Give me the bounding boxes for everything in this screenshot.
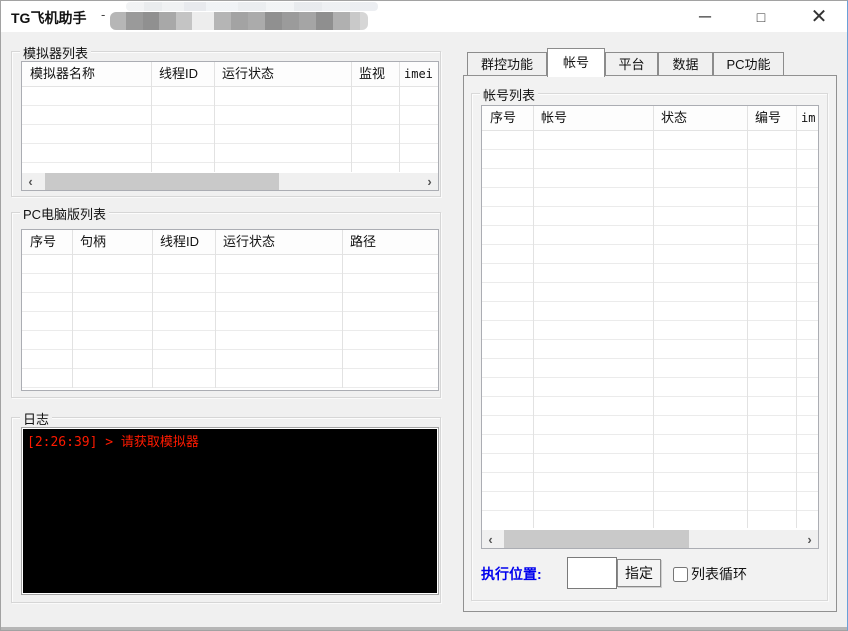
account-group-label: 帐号列表 (480, 85, 539, 104)
scroll-right-icon[interactable]: › (801, 530, 818, 548)
title-bar: TG飞机助手 - ─ □ ✕ (1, 1, 847, 32)
scroll-left-icon[interactable]: ‹ (482, 530, 499, 548)
pc-col-path[interactable]: 路径 (342, 230, 446, 254)
emulator-table-header: 模拟器名称 线程ID 运行状态 监视 imei (22, 62, 438, 87)
list-loop-label: 列表循环 (691, 566, 747, 582)
log-group-label: 日志 (20, 409, 53, 428)
minimize-icon: ─ (698, 6, 712, 26)
pc-col-handle[interactable]: 句柄 (72, 230, 160, 254)
tab-group-control[interactable]: 群控功能 (467, 52, 547, 75)
divider (399, 62, 400, 172)
list-loop-option[interactable]: 列表循环 (673, 564, 747, 584)
divider (351, 62, 352, 172)
app-window: TG飞机助手 - ─ □ ✕ 模拟器列表 模拟器名称 线程ID 运行状态 监视 … (0, 0, 848, 631)
emulator-hscrollbar[interactable]: ‹ › (22, 173, 438, 190)
pc-table-body[interactable] (22, 255, 438, 388)
tab-pc-function[interactable]: PC功能 (713, 52, 784, 75)
divider (796, 106, 797, 528)
maximize-icon: □ (756, 8, 766, 25)
scroll-left-icon[interactable]: ‹ (22, 173, 39, 190)
scroll-right-icon[interactable]: › (421, 173, 438, 190)
close-icon: ✕ (810, 6, 828, 28)
emulator-col-name[interactable]: 模拟器名称 (22, 62, 159, 86)
pc-table[interactable]: 序号 句柄 线程ID 运行状态 路径 (21, 229, 439, 391)
log-line: [2:26:39] > 请获取模拟器 (27, 435, 199, 450)
account-table[interactable]: 序号 帐号 状态 编号 im ‹ › (481, 105, 819, 549)
redacted-text-blur-top (126, 2, 378, 11)
pc-table-header: 序号 句柄 线程ID 运行状态 路径 (22, 230, 438, 255)
emulator-table[interactable]: 模拟器名称 线程ID 运行状态 监视 imei ‹ › (21, 61, 439, 191)
exec-position-input[interactable] (567, 557, 617, 589)
minimize-button[interactable]: ─ (677, 1, 733, 32)
pc-col-status[interactable]: 运行状态 (215, 230, 350, 254)
maximize-button[interactable]: □ (733, 1, 789, 32)
divider (215, 230, 216, 388)
account-col-status[interactable]: 状态 (653, 106, 755, 130)
account-col-imei[interactable]: im (796, 106, 823, 130)
emulator-col-status[interactable]: 运行状态 (214, 62, 359, 86)
emulator-col-thread[interactable]: 线程ID (151, 62, 222, 86)
divider (342, 230, 343, 388)
divider (151, 62, 152, 172)
close-button[interactable]: ✕ (791, 1, 847, 32)
emulator-col-imei[interactable]: imei (399, 62, 443, 86)
emulator-hscroll-thumb[interactable] (45, 173, 279, 190)
divider (72, 230, 73, 388)
emulator-group-label: 模拟器列表 (20, 43, 92, 62)
log-console[interactable]: [2:26:39] > 请获取模拟器 (21, 427, 439, 595)
divider (653, 106, 654, 528)
assign-button[interactable]: 指定 (617, 559, 661, 587)
account-col-account[interactable]: 帐号 (533, 106, 661, 130)
window-title-separator: - (101, 7, 106, 22)
redacted-text-blur (110, 12, 368, 30)
divider (152, 230, 153, 388)
emulator-table-body[interactable] (22, 87, 438, 172)
window-title: TG飞机助手 (11, 10, 87, 26)
account-hscrollbar[interactable]: ‹ › (482, 530, 818, 548)
list-loop-checkbox[interactable] (673, 566, 688, 582)
pc-col-thread[interactable]: 线程ID (152, 230, 223, 254)
tab-platform[interactable]: 平台 (605, 52, 658, 75)
account-hscroll-thumb[interactable] (504, 530, 689, 548)
tab-data[interactable]: 数据 (658, 52, 713, 75)
window-bottom-edge (1, 627, 847, 630)
pc-group-label: PC电脑版列表 (20, 204, 110, 223)
divider (533, 106, 534, 528)
exec-position-label: 执行位置: (481, 566, 542, 582)
divider (214, 62, 215, 172)
tab-account[interactable]: 帐号 (547, 48, 605, 77)
divider (747, 106, 748, 528)
